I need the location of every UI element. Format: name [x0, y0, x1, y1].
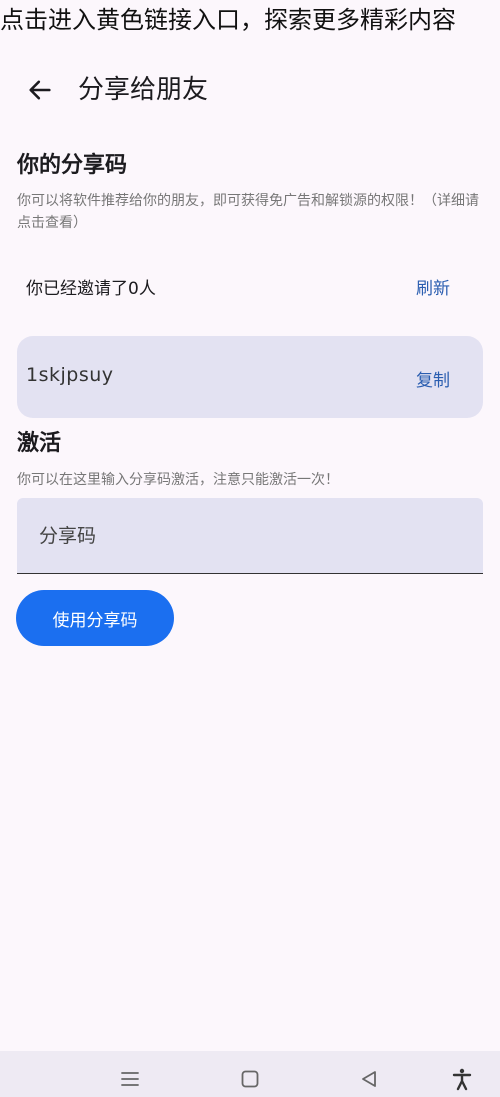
use-share-code-button[interactable]: 使用分享码 — [16, 590, 174, 646]
accessibility-button[interactable] — [448, 1065, 476, 1093]
refresh-button[interactable]: 刷新 — [416, 274, 450, 299]
menu-icon — [121, 1072, 139, 1086]
share-code-description[interactable]: 你可以将软件推荐给你的朋友，即可获得免广告和解锁源的权限！（详细请点击查看） — [17, 190, 483, 234]
home-button[interactable] — [236, 1065, 264, 1093]
activate-description: 你可以在这里输入分享码激活，注意只能激活一次！ — [17, 472, 339, 488]
back-nav-button[interactable] — [355, 1065, 383, 1093]
app-bar: 分享给朋友 — [0, 60, 500, 120]
share-code-input-container — [17, 498, 483, 574]
arrow-left-icon — [29, 80, 51, 100]
accessibility-icon — [452, 1068, 472, 1091]
page-title: 分享给朋友 — [78, 75, 209, 105]
menu-button[interactable] — [116, 1065, 144, 1093]
share-code-input[interactable] — [17, 498, 483, 573]
share-code-card: 1skjpsuy 复制 — [17, 336, 483, 418]
system-navigation-bar — [0, 1051, 500, 1097]
invite-count-text: 你已经邀请了0人 — [26, 279, 156, 299]
share-code-value: 1skjpsuy — [26, 364, 114, 386]
back-button[interactable] — [18, 68, 62, 112]
invite-status-row: 你已经邀请了0人 刷新 — [17, 268, 483, 304]
back-triangle-icon — [362, 1071, 376, 1087]
overlay-banner-text: 点击进入黄色链接入口，探索更多精彩内容 — [0, 6, 456, 34]
activate-section-title: 激活 — [17, 431, 62, 456]
home-square-icon — [241, 1070, 259, 1088]
share-code-section-title: 你的分享码 — [17, 153, 128, 178]
copy-button[interactable]: 复制 — [416, 366, 450, 391]
